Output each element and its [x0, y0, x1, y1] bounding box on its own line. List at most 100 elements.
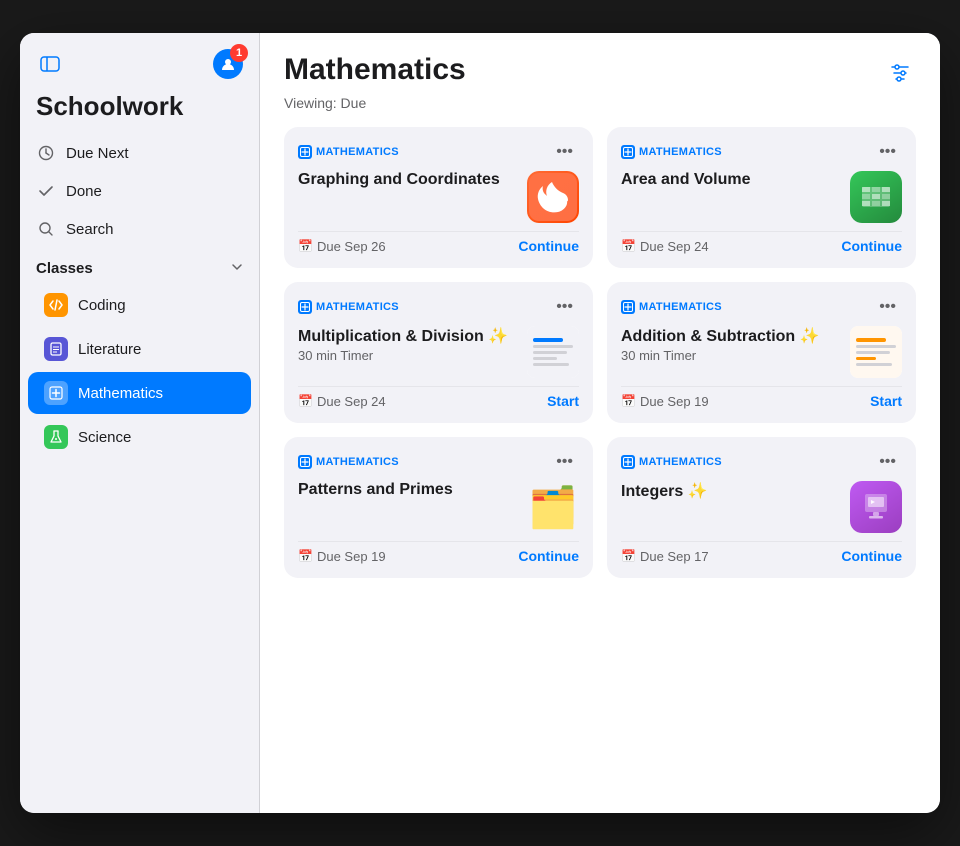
- done-label: Done: [66, 183, 102, 200]
- profile-button[interactable]: 1: [213, 49, 243, 79]
- sidebar-item-literature[interactable]: Literature: [28, 328, 251, 370]
- coding-label: Coding: [78, 297, 126, 314]
- card-graphing-subject: MATHEMATICS: [298, 145, 399, 159]
- sidebar-item-coding[interactable]: Coding: [28, 284, 251, 326]
- mathematics-subject-icon2: [621, 145, 635, 159]
- nav-item-due-next[interactable]: Due Next: [20, 134, 259, 172]
- card-patterns[interactable]: MATHEMATICS ••• Patterns and Primes 🗂️ 📅…: [284, 437, 593, 578]
- card-mult-subtitle: 30 min Timer: [298, 348, 508, 363]
- card-mult-action-button[interactable]: Start: [547, 393, 579, 409]
- sidebar-item-science[interactable]: Science: [28, 416, 251, 458]
- science-class-icon: [44, 425, 68, 449]
- card-graphing-action-button[interactable]: Continue: [518, 238, 579, 254]
- card-mult-menu-button[interactable]: •••: [550, 296, 579, 318]
- card-add-menu-button[interactable]: •••: [873, 296, 902, 318]
- card-graphing-menu-button[interactable]: •••: [550, 141, 579, 163]
- card-integers-action-button[interactable]: Continue: [841, 548, 902, 564]
- card-area-subject-text: MATHEMATICS: [639, 146, 722, 158]
- card-integers-due: 📅 Due Sep 17: [621, 549, 709, 564]
- nav-item-done[interactable]: Done: [20, 172, 259, 210]
- card-add-header: MATHEMATICS •••: [621, 296, 902, 318]
- card-graphing[interactable]: MATHEMATICS ••• Graphing and Coordinates: [284, 127, 593, 268]
- filter-button[interactable]: [884, 57, 916, 89]
- literature-label: Literature: [78, 341, 141, 358]
- chevron-down-icon[interactable]: [231, 261, 243, 276]
- card-patterns-action-button[interactable]: Continue: [518, 548, 579, 564]
- science-label: Science: [78, 429, 131, 446]
- card-add-title: Addition & Subtraction ✨: [621, 326, 820, 346]
- cards-grid: MATHEMATICS ••• Graphing and Coordinates: [284, 127, 916, 578]
- mathematics-label: Mathematics: [78, 385, 163, 402]
- card-integers-subject: MATHEMATICS: [621, 455, 722, 469]
- sidebar-item-mathematics[interactable]: Mathematics: [28, 372, 251, 414]
- card-mult-header: MATHEMATICS •••: [298, 296, 579, 318]
- card-multiplication[interactable]: MATHEMATICS ••• Multiplication & Divisio…: [284, 282, 593, 423]
- card-area-subject: MATHEMATICS: [621, 145, 722, 159]
- card-area-header: MATHEMATICS •••: [621, 141, 902, 163]
- card-area-due: 📅 Due Sep 24: [621, 239, 709, 254]
- folder-app-icon: 🗂️: [527, 481, 579, 533]
- card-graphing-subject-text: MATHEMATICS: [316, 146, 399, 158]
- card-add-subject: MATHEMATICS: [621, 300, 722, 314]
- mult-thumbnail: [527, 326, 579, 378]
- card-patterns-title: Patterns and Primes: [298, 481, 453, 499]
- card-add-subtitle: 30 min Timer: [621, 348, 820, 363]
- card-integers-title: Integers ✨: [621, 481, 708, 501]
- mathematics-subject-icon: [298, 145, 312, 159]
- notification-badge: 1: [230, 44, 248, 62]
- card-patterns-due: 📅 Due Sep 19: [298, 549, 386, 564]
- card-mult-subject: MATHEMATICS: [298, 300, 399, 314]
- card-integers[interactable]: MATHEMATICS ••• Integers ✨: [607, 437, 916, 578]
- card-patterns-subject-text: MATHEMATICS: [316, 456, 399, 468]
- card-patterns-body: Patterns and Primes 🗂️: [298, 481, 579, 533]
- search-icon: [36, 219, 56, 239]
- card-graphing-header: MATHEMATICS •••: [298, 141, 579, 163]
- app-window: 1 Schoolwork Due Next Done: [20, 33, 940, 813]
- card-patterns-footer: 📅 Due Sep 19 Continue: [298, 541, 579, 564]
- card-area-menu-button[interactable]: •••: [873, 141, 902, 163]
- card-graphing-title: Graphing and Coordinates: [298, 171, 500, 189]
- sidebar: 1 Schoolwork Due Next Done: [20, 33, 260, 813]
- card-graphing-footer: 📅 Due Sep 26 Continue: [298, 231, 579, 254]
- card-area-title: Area and Volume: [621, 171, 751, 189]
- card-integers-header: MATHEMATICS •••: [621, 451, 902, 473]
- card-integers-footer: 📅 Due Sep 17 Continue: [621, 541, 902, 564]
- classes-title: Classes: [36, 260, 93, 277]
- calendar-icon3: 📅: [298, 394, 313, 408]
- due-next-label: Due Next: [66, 145, 129, 162]
- page-title: Mathematics: [284, 53, 466, 87]
- card-graphing-body: Graphing and Coordinates: [298, 171, 579, 223]
- card-patterns-menu-button[interactable]: •••: [550, 451, 579, 473]
- calendar-icon5: 📅: [298, 549, 313, 563]
- keynote-app-icon: [850, 481, 902, 533]
- add-thumbnail: [850, 326, 902, 378]
- card-add-action-button[interactable]: Start: [870, 393, 902, 409]
- card-area-action-button[interactable]: Continue: [841, 238, 902, 254]
- mathematics-subject-icon4: [621, 300, 635, 314]
- card-add-body: Addition & Subtraction ✨ 30 min Timer: [621, 326, 902, 378]
- card-area-volume[interactable]: MATHEMATICS ••• Area and Volume: [607, 127, 916, 268]
- card-integers-menu-button[interactable]: •••: [873, 451, 902, 473]
- card-mult-body: Multiplication & Division ✨ 30 min Timer: [298, 326, 579, 378]
- card-graphing-due: 📅 Due Sep 26: [298, 239, 386, 254]
- card-area-body: Area and Volume: [621, 171, 902, 223]
- nav-item-search[interactable]: Search: [20, 210, 259, 248]
- card-mult-subject-text: MATHEMATICS: [316, 301, 399, 313]
- card-patterns-header: MATHEMATICS •••: [298, 451, 579, 473]
- card-add-due: 📅 Due Sep 19: [621, 394, 709, 409]
- card-mult-title: Multiplication & Division ✨: [298, 326, 508, 346]
- card-area-footer: 📅 Due Sep 24 Continue: [621, 231, 902, 254]
- card-mult-footer: 📅 Due Sep 24 Start: [298, 386, 579, 409]
- card-add-footer: 📅 Due Sep 19 Start: [621, 386, 902, 409]
- mathematics-subject-icon3: [298, 300, 312, 314]
- main-content: Mathematics Viewing: Due: [260, 33, 940, 813]
- coding-class-icon: [44, 293, 68, 317]
- mathematics-class-icon: [44, 381, 68, 405]
- card-integers-subject-text: MATHEMATICS: [639, 456, 722, 468]
- card-addition[interactable]: MATHEMATICS ••• Addition & Subtraction ✨…: [607, 282, 916, 423]
- sidebar-toggle-button[interactable]: [36, 50, 64, 78]
- sidebar-header: 1: [20, 49, 259, 87]
- calendar-icon6: 📅: [621, 549, 636, 563]
- card-integers-body: Integers ✨: [621, 481, 902, 533]
- app-title: Schoolwork: [20, 87, 259, 134]
